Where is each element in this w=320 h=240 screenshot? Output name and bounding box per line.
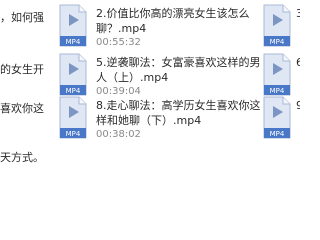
right-filename-fragment[interactable]: 3 xyxy=(296,6,300,21)
left-filename-fragment[interactable]: 天方式。 xyxy=(0,150,44,165)
mp4-file-icon: MP4 xyxy=(59,96,87,139)
right-filename-fragment[interactable]: 6 xyxy=(296,55,300,70)
mp4-file-icon[interactable]: MP4 xyxy=(262,53,292,97)
left-filename-fragment[interactable]: 的女生开 xyxy=(0,62,44,77)
file-name: 5.逆袭聊法：女富豪喜欢这样的男 人（上）.mp4 xyxy=(96,56,261,84)
file-name: 8.走心聊法：高学历女生喜欢你这 样和她聊（下）.mp4 xyxy=(96,99,261,127)
file-name: 2.价值比你高的漂亮女生该怎么 聊？.mp4 xyxy=(96,7,250,35)
file-duration: 00:55:32 xyxy=(96,37,141,48)
svg-text:MP4: MP4 xyxy=(270,87,285,95)
svg-text:MP4: MP4 xyxy=(270,38,285,46)
file-duration: 00:38:02 xyxy=(96,129,141,140)
file-ext-badge: MP4 xyxy=(66,87,81,95)
mp4-file-icon[interactable]: MP4 xyxy=(262,4,292,48)
file-explorer-pane: ，如何强 的女生开 喜欢你这 天方式。 MP4 2.价值比你高的漂亮女生该怎么 … xyxy=(0,0,300,200)
mp4-file-icon: MP4 xyxy=(59,4,87,47)
file-ext-badge: MP4 xyxy=(66,130,81,138)
left-filename-fragment[interactable]: 喜欢你这 xyxy=(0,101,44,116)
right-filename-fragment[interactable]: 9 xyxy=(296,98,300,113)
mp4-file-icon: MP4 xyxy=(59,53,87,96)
file-item[interactable]: MP4 8.走心聊法：高学历女生喜欢你这 样和她聊（下）.mp4 00:38:0… xyxy=(58,96,261,146)
file-item[interactable]: MP4 2.价值比你高的漂亮女生该怎么 聊？.mp4 00:55:32 xyxy=(58,4,258,54)
file-ext-badge: MP4 xyxy=(66,38,81,46)
left-filename-fragment[interactable]: ，如何强 xyxy=(0,10,44,25)
svg-text:MP4: MP4 xyxy=(270,130,285,138)
mp4-file-icon[interactable]: MP4 xyxy=(262,96,292,140)
